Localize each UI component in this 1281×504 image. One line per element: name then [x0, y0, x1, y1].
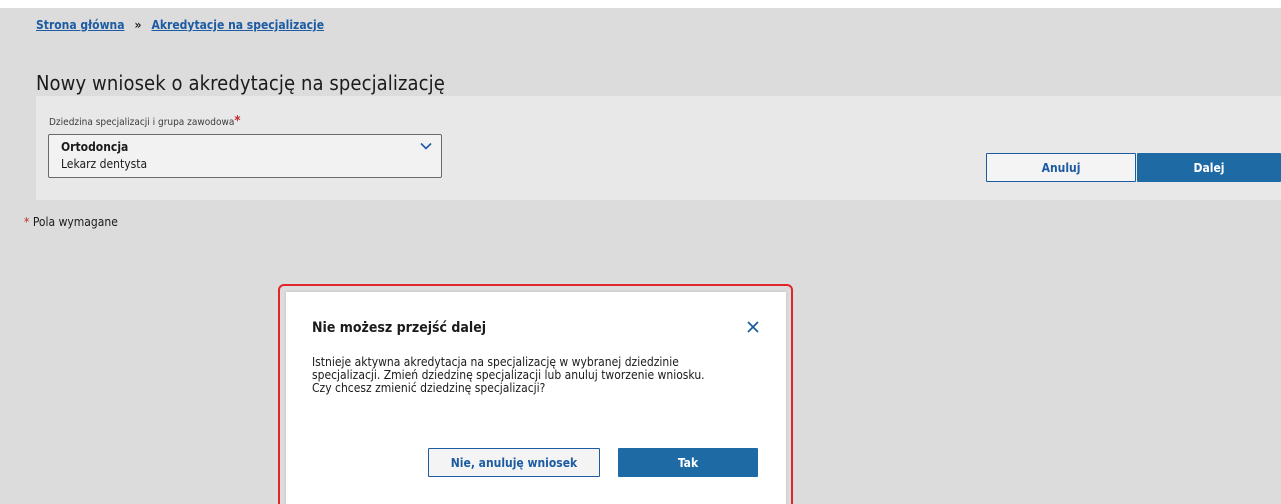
breadcrumb-accreditations-link[interactable]: Akredytacje na specjalizacje — [152, 16, 325, 34]
breadcrumb-home-link[interactable]: Strona główna — [36, 16, 125, 34]
chevron-down-icon — [420, 142, 432, 150]
specialization-field-label-text: Dziedzina specjalizacji i grupa zawodowa — [49, 117, 235, 128]
breadcrumb-separator: » — [134, 18, 142, 32]
dialog-message: Istnieje aktywna akredytacja na specjali… — [312, 356, 752, 395]
specialization-select[interactable]: Ortodoncja Lekarz dentysta — [48, 134, 442, 178]
next-button[interactable]: Dalej — [1137, 153, 1281, 182]
dialog-message-line: Czy chcesz zmienić dziedzinę specjalizac… — [312, 381, 546, 395]
close-icon[interactable] — [746, 320, 760, 334]
cancel-button[interactable]: Anuluj — [986, 153, 1136, 182]
select-primary-value: Ortodoncja — [61, 140, 129, 154]
required-note-text: Pola wymagane — [32, 215, 118, 229]
confirm-button[interactable]: Tak — [618, 448, 758, 477]
warning-dialog: Nie możesz przejść dalej Istnieje aktywn… — [286, 292, 786, 504]
required-fields-note: * Pola wymagane — [24, 214, 118, 230]
required-star: * — [234, 114, 241, 129]
cancel-application-button[interactable]: Nie, anuluję wniosek — [428, 448, 600, 477]
select-secondary-value: Lekarz dentysta — [61, 157, 148, 171]
top-strip — [0, 0, 1281, 8]
required-note-star: * — [24, 215, 30, 229]
form-panel: Dziedzina specjalizacji i grupa zawodowa… — [36, 96, 1281, 200]
dialog-title: Nie możesz przejść dalej — [312, 320, 487, 336]
page: Strona główna » Akredytacje na specjaliz… — [0, 0, 1281, 504]
page-title: Nowy wniosek o akredytację na specjaliza… — [36, 71, 445, 96]
breadcrumb: Strona główna » Akredytacje na specjaliz… — [36, 16, 324, 34]
specialization-field-label: Dziedzina specjalizacji i grupa zawodowa… — [49, 115, 241, 130]
